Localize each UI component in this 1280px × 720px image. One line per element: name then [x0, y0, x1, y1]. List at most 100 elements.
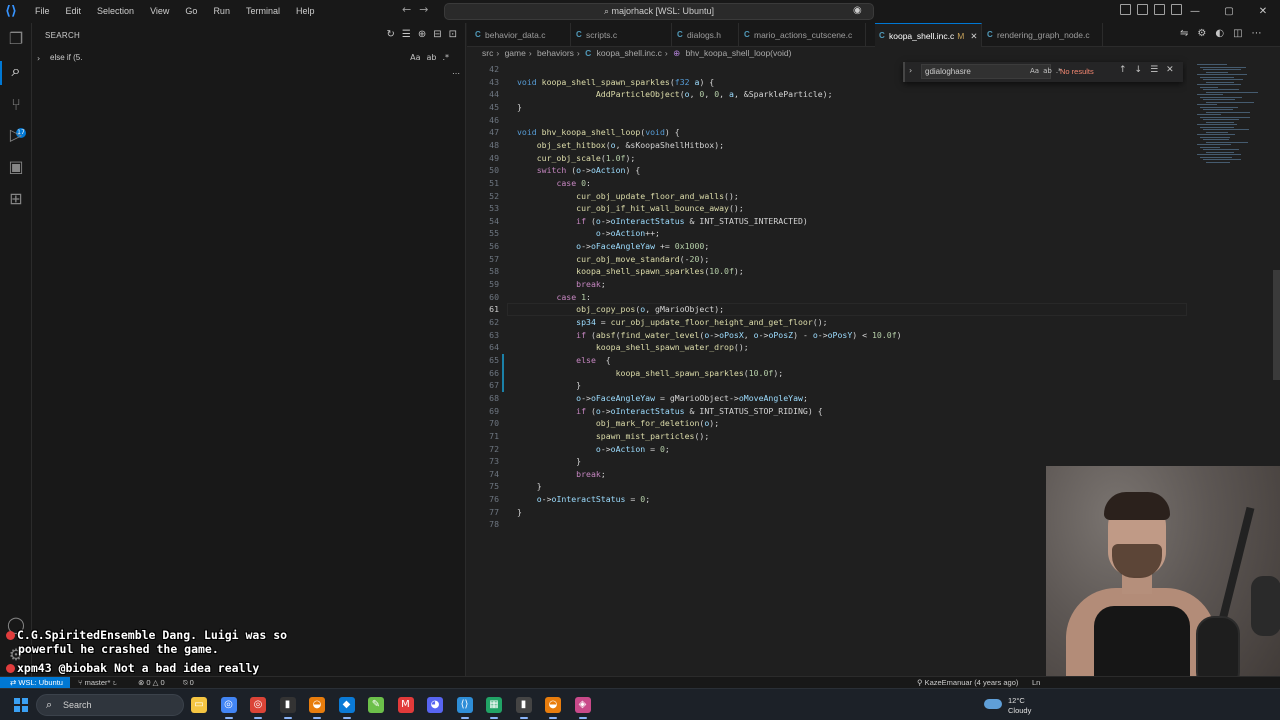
- problems-indicator[interactable]: ⊗ 0 △ 0: [138, 677, 165, 688]
- more-options-icon[interactable]: ⋯: [452, 69, 460, 78]
- search-input[interactable]: else if (5.: [50, 53, 82, 62]
- chevron-right-icon[interactable]: ›: [37, 54, 40, 63]
- code-line[interactable]: 50 switch (o->oAction) {: [467, 164, 1187, 177]
- vs-icon[interactable]: ◆: [338, 697, 355, 713]
- terminal-icon[interactable]: ▮: [279, 697, 296, 713]
- code-line[interactable]: 70 obj_mark_for_deletion(o);: [467, 417, 1187, 430]
- mario-icon[interactable]: M: [397, 697, 414, 713]
- discord-icon[interactable]: ◕: [427, 697, 443, 713]
- extensions-icon[interactable]: ⊞: [6, 189, 26, 209]
- copilot-icon[interactable]: ◉: [853, 5, 867, 17]
- scrollbar-thumb[interactable]: [1273, 270, 1280, 380]
- cursor-position[interactable]: Ln: [1032, 677, 1040, 688]
- tab-koopa-shell[interactable]: Ckoopa_shell.inc.c M ✕: [875, 23, 982, 47]
- git-blame[interactable]: ⚲ KazeEmanuar (4 years ago): [917, 677, 1018, 688]
- next-match-icon[interactable]: ↓: [1135, 65, 1143, 75]
- breadcrumb-item[interactable]: bhv_koopa_shell_loop(void): [686, 48, 792, 58]
- code-line[interactable]: 55 o->oAction++;: [467, 227, 1187, 240]
- sync-icon[interactable]: ↻: [113, 678, 118, 687]
- code-line[interactable]: 64 koopa_shell_spawn_water_drop();: [467, 341, 1187, 354]
- code-line[interactable]: 57 cur_obj_move_standard(-20);: [467, 253, 1187, 266]
- tab-rendering-graph-node[interactable]: Crendering_graph_node.c: [983, 23, 1103, 47]
- toggle-replace-icon[interactable]: ›: [909, 66, 912, 75]
- code-line[interactable]: 72 o->oAction = 0;: [467, 443, 1187, 456]
- forward-arrow-icon[interactable]: →: [419, 3, 428, 16]
- breadcrumb-item[interactable]: game: [505, 48, 526, 58]
- tab-mario-actions-cutscene[interactable]: Cmario_actions_cutscene.c: [740, 23, 866, 47]
- match-case-option[interactable]: Aa: [410, 53, 420, 62]
- toggle-panel-icon[interactable]: [1137, 4, 1148, 15]
- code-line[interactable]: 45}: [467, 101, 1187, 114]
- match-case-option[interactable]: Aa: [1030, 67, 1039, 75]
- code-line[interactable]: 66 koopa_shell_spawn_sparkles(10.0f);: [467, 367, 1187, 380]
- code-line[interactable]: 71 spawn_mist_particles();: [467, 430, 1187, 443]
- code-line[interactable]: 46: [467, 114, 1187, 127]
- menu-run[interactable]: Run: [205, 0, 238, 23]
- menu-edit[interactable]: Edit: [58, 0, 90, 23]
- menu-terminal[interactable]: Terminal: [238, 0, 288, 23]
- code-line[interactable]: 68 o->oFaceAngleYaw = gMarioObject->oMov…: [467, 392, 1187, 405]
- menu-view[interactable]: View: [142, 0, 177, 23]
- find-input[interactable]: gdialoghasre Aa ab .*: [921, 64, 1062, 79]
- code-line[interactable]: 65 else {: [467, 354, 1187, 367]
- menu-selection[interactable]: Selection: [89, 0, 142, 23]
- toggle-sidebar-icon[interactable]: [1120, 4, 1131, 15]
- code-line[interactable]: 48 obj_set_hitbox(o, &sKoopaShellHitbox)…: [467, 139, 1187, 152]
- clear-results-icon[interactable]: ☰: [402, 29, 411, 40]
- collapse-all-icon[interactable]: ⊟: [433, 29, 441, 40]
- code-line[interactable]: 69 if (o->oInteractStatus & INT_STATUS_S…: [467, 405, 1187, 418]
- run-debug-icon[interactable]: ▷: [6, 125, 26, 145]
- code-line[interactable]: 62 sp34 = cur_obj_update_floor_height_an…: [467, 316, 1187, 329]
- code-line[interactable]: 63 if (absf(find_water_level(o->oPosX, o…: [467, 329, 1187, 342]
- windows-start-icon[interactable]: [14, 698, 28, 712]
- tab-scripts[interactable]: Cscripts.c: [572, 23, 672, 47]
- settings-gear-icon[interactable]: ⚙: [1197, 28, 1206, 39]
- explorer-icon[interactable]: ❐: [6, 29, 26, 49]
- code-line[interactable]: 44 AddParticleObject(o, 0, 0, a, &Sparkl…: [467, 88, 1187, 101]
- taskbar-search[interactable]: ⌕ Search: [36, 694, 184, 716]
- expand-all-icon[interactable]: ⊡: [449, 29, 457, 40]
- code-line[interactable]: 54 if (o->oInteractStatus & INT_STATUS_I…: [467, 215, 1187, 228]
- breadcrumb-item[interactable]: behaviors: [537, 48, 574, 58]
- whole-word-option[interactable]: ab: [1043, 67, 1052, 75]
- breadcrumb-item[interactable]: src: [482, 48, 493, 58]
- tab-dialogs[interactable]: Cdialogs.h: [673, 23, 739, 47]
- code-line[interactable]: 56 o->oFaceAngleYaw += 0x1000;: [467, 240, 1187, 253]
- file-explorer-icon[interactable]: ▭: [191, 697, 207, 713]
- vscode-icon[interactable]: ⟨⟩: [456, 697, 473, 713]
- code-line[interactable]: 51 case 0:: [467, 177, 1187, 190]
- game-icon[interactable]: ◈: [574, 697, 591, 713]
- whole-word-option[interactable]: ab: [426, 53, 436, 62]
- notepad-plus-icon[interactable]: ✎: [368, 697, 384, 713]
- breadcrumb-item[interactable]: koopa_shell.inc.c: [597, 48, 662, 58]
- terminal-2-icon[interactable]: ▮: [515, 697, 532, 713]
- remote-explorer-icon[interactable]: ▣: [6, 157, 26, 177]
- code-line[interactable]: 49 cur_obj_scale(1.0f);: [467, 152, 1187, 165]
- toggle-secondary-sidebar-icon[interactable]: [1154, 4, 1165, 15]
- maximize-icon[interactable]: ▢: [1212, 6, 1246, 17]
- code-line[interactable]: 61 obj_copy_pos(o, gMarioObject);: [467, 303, 1187, 316]
- chrome-icon[interactable]: ◎: [220, 697, 237, 713]
- search-icon[interactable]: ⌕: [6, 61, 26, 81]
- code-line[interactable]: 59 break;: [467, 278, 1187, 291]
- find-in-selection-icon[interactable]: ☰: [1150, 65, 1158, 75]
- branch-indicator[interactable]: ⑂ master* ↻: [78, 677, 117, 688]
- code-line[interactable]: 47 void bhv_koopa_shell_loop(void) {: [467, 126, 1187, 139]
- source-control-icon[interactable]: ⑂: [6, 95, 26, 115]
- menu-file[interactable]: File: [27, 0, 58, 23]
- split-editor-icon[interactable]: ◫: [1233, 28, 1242, 39]
- previous-match-icon[interactable]: ↑: [1119, 65, 1127, 75]
- minimize-icon[interactable]: —: [1178, 6, 1212, 17]
- blender-icon[interactable]: ◒: [309, 697, 325, 713]
- open-changes-icon[interactable]: ◐: [1215, 28, 1224, 39]
- new-search-editor-icon[interactable]: ⊕: [418, 29, 426, 40]
- modified-gutter-marker[interactable]: [502, 353, 504, 392]
- menu-go[interactable]: Go: [177, 0, 205, 23]
- close-find-icon[interactable]: ✕: [1166, 65, 1174, 75]
- more-actions-icon[interactable]: ⋯: [1252, 28, 1262, 39]
- command-center[interactable]: ⌕ majorhack [WSL: Ubuntu]: [444, 3, 874, 20]
- code-line[interactable]: 67 }: [467, 379, 1187, 392]
- menu-help[interactable]: Help: [288, 0, 323, 23]
- code-line[interactable]: 52 cur_obj_update_floor_and_walls();: [467, 190, 1187, 203]
- code-line[interactable]: 53 cur_obj_if_hit_wall_bounce_away();: [467, 202, 1187, 215]
